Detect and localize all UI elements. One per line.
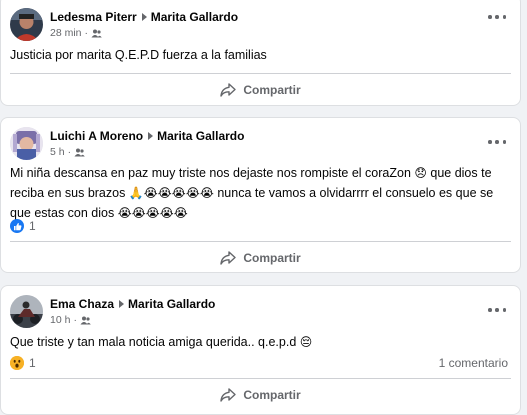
avatar[interactable] bbox=[10, 295, 43, 328]
post-card: Ledesma Piterr Marita Gallardo 28 min · Ju… bbox=[0, 0, 521, 106]
post-meta: 28 min · bbox=[50, 27, 102, 39]
post-text: Mi niña descansa en paz muy triste nos d… bbox=[10, 163, 508, 223]
post-meta: 10 h · bbox=[50, 314, 91, 326]
like-icon bbox=[10, 219, 24, 233]
divider bbox=[10, 378, 511, 379]
timestamp[interactable]: 10 h bbox=[50, 314, 70, 326]
divider bbox=[10, 241, 511, 242]
post-header: Ledesma Piterr Marita Gallardo 28 min · bbox=[10, 8, 520, 42]
arrow-right-icon bbox=[148, 132, 154, 140]
author-name[interactable]: Ledesma Piterr bbox=[50, 10, 137, 24]
share-icon bbox=[220, 388, 237, 402]
comment-feed: Ledesma Piterr Marita Gallardo 28 min · Ju… bbox=[0, 0, 527, 415]
arrow-right-icon bbox=[119, 300, 125, 308]
comment-count-link[interactable]: 1 comentario bbox=[439, 356, 508, 370]
target-name[interactable]: Marita Gallardo bbox=[157, 129, 244, 143]
post-card: Ema Chaza Marita Gallardo 10 h · Que trist… bbox=[0, 285, 521, 415]
target-name[interactable]: Marita Gallardo bbox=[151, 10, 238, 24]
author-line: Luichi A Moreno Marita Gallardo bbox=[50, 129, 244, 143]
share-button[interactable]: Compartir bbox=[10, 75, 511, 105]
more-options-button[interactable] bbox=[488, 305, 506, 315]
timestamp[interactable]: 28 min bbox=[50, 27, 82, 39]
author-name[interactable]: Luichi A Moreno bbox=[50, 129, 143, 143]
more-options-button[interactable] bbox=[488, 12, 506, 22]
divider bbox=[10, 73, 511, 74]
post-text: Que triste y tan mala noticia amiga quer… bbox=[10, 332, 508, 352]
arrow-right-icon bbox=[141, 13, 147, 21]
pray-cry-emojis: 🙏😭😭😭😭😭 bbox=[128, 186, 214, 200]
pensive-emoji: 😔 bbox=[299, 335, 313, 349]
post-header: Ema Chaza Marita Gallardo 10 h · bbox=[10, 295, 520, 329]
wow-icon bbox=[10, 356, 24, 370]
share-label: Compartir bbox=[243, 251, 301, 265]
post-text: Justicia por marita Q.E.P.D fuerza a la … bbox=[10, 48, 267, 62]
avatar[interactable] bbox=[10, 8, 43, 41]
share-button[interactable]: Compartir bbox=[10, 380, 511, 410]
friends-icon bbox=[74, 148, 85, 157]
author-name[interactable]: Ema Chaza bbox=[50, 297, 114, 311]
sad-emoji: 😞 bbox=[414, 166, 427, 180]
reaction-count: 1 bbox=[29, 219, 36, 233]
share-icon bbox=[220, 251, 237, 265]
share-icon bbox=[220, 83, 237, 97]
post-card: Luichi A Moreno Marita Gallardo 5 h · Mi n… bbox=[0, 117, 521, 273]
author-line: Ema Chaza Marita Gallardo bbox=[50, 297, 215, 311]
share-button[interactable]: Compartir bbox=[10, 243, 511, 272]
post-header: Luichi A Moreno Marita Gallardo 5 h · bbox=[10, 127, 520, 161]
friends-icon bbox=[91, 29, 102, 38]
target-name[interactable]: Marita Gallardo bbox=[128, 297, 215, 311]
reaction-count: 1 bbox=[29, 356, 36, 370]
share-label: Compartir bbox=[243, 388, 301, 402]
text-segment: Que triste y tan mala noticia amiga quer… bbox=[10, 335, 300, 349]
avatar[interactable] bbox=[10, 127, 43, 160]
reactions-summary[interactable]: 1 bbox=[10, 356, 36, 370]
post-meta: 5 h · bbox=[50, 146, 85, 158]
more-options-button[interactable] bbox=[488, 137, 506, 147]
friends-icon bbox=[80, 316, 91, 325]
cry-emojis: 😭😭😭😭😭 bbox=[117, 206, 188, 220]
share-label: Compartir bbox=[243, 83, 301, 97]
text-segment: Mi niña descansa en paz muy triste nos d… bbox=[10, 166, 415, 180]
timestamp[interactable]: 5 h bbox=[50, 146, 65, 158]
author-line: Ledesma Piterr Marita Gallardo bbox=[50, 10, 238, 24]
reactions-summary[interactable]: 1 bbox=[10, 219, 36, 233]
